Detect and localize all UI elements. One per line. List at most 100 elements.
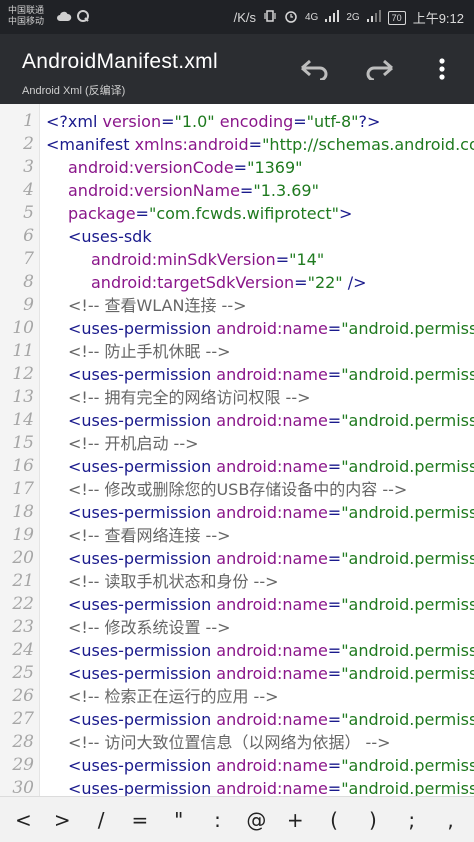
code-line[interactable]: 15 <!-- 开机启动 --> (0, 432, 474, 455)
code-token-tag: = (327, 664, 342, 683)
code-line[interactable]: 12 <uses-permission android:name="android… (0, 363, 474, 386)
code-token-attr: android:name (216, 595, 328, 614)
code-token-attr: android:name (216, 365, 328, 384)
vibrate-icon (263, 9, 277, 26)
line-number: 20 (12, 548, 34, 568)
code-line[interactable]: 17 <!-- 修改或删除您的USB存储设备中的内容 --> (0, 478, 474, 501)
code-token-tag: = (135, 204, 149, 223)
code-text: <uses-permission android:name="android.p… (68, 639, 474, 662)
line-number: 3 (23, 157, 34, 177)
battery-icon: 70 (387, 10, 406, 25)
code-token-comment: <!-- 查看WLAN连接 --> (68, 296, 247, 315)
code-line[interactable]: 3 android:versionCode="1369" (0, 156, 474, 179)
code-line[interactable]: 20 <uses-permission android:name="android… (0, 547, 474, 570)
code-token-str: "android.permission.REA (341, 664, 474, 683)
line-number: 18 (12, 502, 34, 522)
symbol-key[interactable]: ) (357, 808, 389, 832)
symbol-key[interactable]: : (202, 808, 234, 832)
code-line[interactable]: 29 <uses-permission android:name="android… (0, 754, 474, 777)
redo-button[interactable] (362, 54, 396, 84)
code-token-attr: android:versionCode (68, 158, 234, 177)
symbol-key[interactable]: ( (318, 808, 350, 832)
code-token-comment: <!-- 防止手机休眠 --> (68, 342, 231, 361)
code-text: <!-- 查看网络连接 --> (68, 524, 231, 547)
code-line[interactable]: 25 <uses-permission android:name="android… (0, 662, 474, 685)
code-token-tag: = (327, 503, 342, 522)
code-token-tag: = (327, 365, 342, 384)
more-options-button[interactable] (425, 54, 459, 84)
code-line[interactable]: 19 <!-- 查看网络连接 --> (0, 524, 474, 547)
code-token-attr: android:name (216, 756, 328, 775)
code-token-attr: android:name (216, 319, 328, 338)
code-text: <uses-permission android:name="android.p… (68, 662, 474, 685)
code-token-attr: android:name (216, 710, 328, 729)
code-token-str: "android.permission.ACC (341, 756, 474, 775)
code-token-comment: <!-- 检索正在运行的应用 --> (68, 687, 279, 706)
code-line[interactable]: 1 <?xml version="1.0" encoding="utf-8"?> (0, 110, 474, 133)
undo-button[interactable] (298, 54, 332, 84)
symbol-key[interactable]: > (46, 808, 78, 832)
code-token-comment: <!-- 查看网络连接 --> (68, 526, 231, 545)
symbol-key[interactable]: + (279, 808, 311, 832)
line-number: 23 (12, 617, 34, 637)
code-line[interactable]: 10 <uses-permission android:name="android… (0, 317, 474, 340)
code-line[interactable]: 14 <uses-permission android:name="android… (0, 409, 474, 432)
line-number: 14 (12, 410, 34, 430)
code-token-str: "22" (307, 273, 343, 292)
code-line[interactable]: 9 <!-- 查看WLAN连接 --> (0, 294, 474, 317)
code-line[interactable]: 11 <!-- 防止手机休眠 --> (0, 340, 474, 363)
code-line[interactable]: 28 <!-- 访问大致位置信息（以网络为依据） --> (0, 731, 474, 754)
code-token-tag: = (161, 112, 175, 131)
symbol-key[interactable]: < (7, 808, 39, 832)
symbol-key[interactable]: ; (396, 808, 428, 832)
code-text: <uses-permission android:name="android.p… (68, 547, 474, 570)
code-line[interactable]: 26 <!-- 检索正在运行的应用 --> (0, 685, 474, 708)
code-token-str: "android.permission.ACC (341, 549, 474, 568)
code-token-comment: <!-- 访问大致位置信息（以网络为依据） --> (68, 733, 391, 752)
line-number: 28 (12, 732, 34, 752)
code-line[interactable]: 16 <uses-permission android:name="android… (0, 455, 474, 478)
code-token-str: "android.permission.REA (341, 595, 474, 614)
code-editor[interactable]: 1 <?xml version="1.0" encoding="utf-8"?> 2… (0, 104, 474, 796)
code-line[interactable]: 7 android:minSdkVersion="14" (0, 248, 474, 271)
code-token-tag: <uses-permission (68, 319, 217, 338)
code-line[interactable]: 22 <uses-permission android:name="android… (0, 593, 474, 616)
code-line[interactable]: 8 android:targetSdkVersion="22" /> (0, 271, 474, 294)
line-number: 13 (12, 387, 34, 407)
code-token-attr: android:name (216, 641, 328, 660)
symbol-key[interactable]: = (124, 808, 156, 832)
symbol-key[interactable]: , (435, 808, 467, 832)
notification-icons (56, 9, 90, 26)
code-text: <uses-permission android:name="android.p… (68, 708, 474, 731)
code-token-tag: = (233, 158, 248, 177)
code-line[interactable]: 13 <!-- 拥有完全的网络访问权限 --> (0, 386, 474, 409)
symbol-key[interactable]: " (163, 808, 195, 832)
code-line[interactable]: 5 package="com.fcwds.wifiprotect"> (0, 202, 474, 225)
line-number: 5 (23, 203, 34, 223)
code-token-tag: = (327, 756, 342, 775)
code-line[interactable]: 6 <uses-sdk (0, 225, 474, 248)
code-token-str: "1369" (247, 158, 303, 177)
code-line[interactable]: 2 <manifest xmlns:android="http://schemas… (0, 133, 474, 156)
code-token-tag: = (327, 549, 342, 568)
code-line[interactable]: 4 android:versionName="1.3.69" (0, 179, 474, 202)
symbol-key[interactable]: @ (240, 808, 272, 832)
code-token-tag: <uses-permission (68, 664, 217, 683)
code-line[interactable]: 27 <uses-permission android:name="android… (0, 708, 474, 731)
symbol-key[interactable]: / (85, 808, 117, 832)
code-text: <uses-permission android:name="android.p… (68, 455, 474, 478)
code-line[interactable]: 23 <!-- 修改系统设置 --> (0, 616, 474, 639)
cloud-icon (56, 9, 72, 26)
code-token-comment: <!-- 读取手机状态和身份 --> (68, 572, 279, 591)
code-token-tag: <uses-permission (68, 503, 217, 522)
line-number: 22 (12, 594, 34, 614)
code-token-tag: <uses-permission (68, 595, 217, 614)
code-token-tag: /> (342, 273, 367, 292)
code-text: <manifest xmlns:android="http://schemas.… (46, 133, 474, 156)
code-line[interactable]: 21 <!-- 读取手机状态和身份 --> (0, 570, 474, 593)
code-line[interactable]: 30 <uses-permission android:name="android… (0, 777, 474, 796)
code-line[interactable]: 24 <uses-permission android:name="android… (0, 639, 474, 662)
line-number: 1 (23, 111, 34, 131)
code-token-attr: version (102, 112, 162, 131)
code-line[interactable]: 18 <uses-permission android:name="android… (0, 501, 474, 524)
